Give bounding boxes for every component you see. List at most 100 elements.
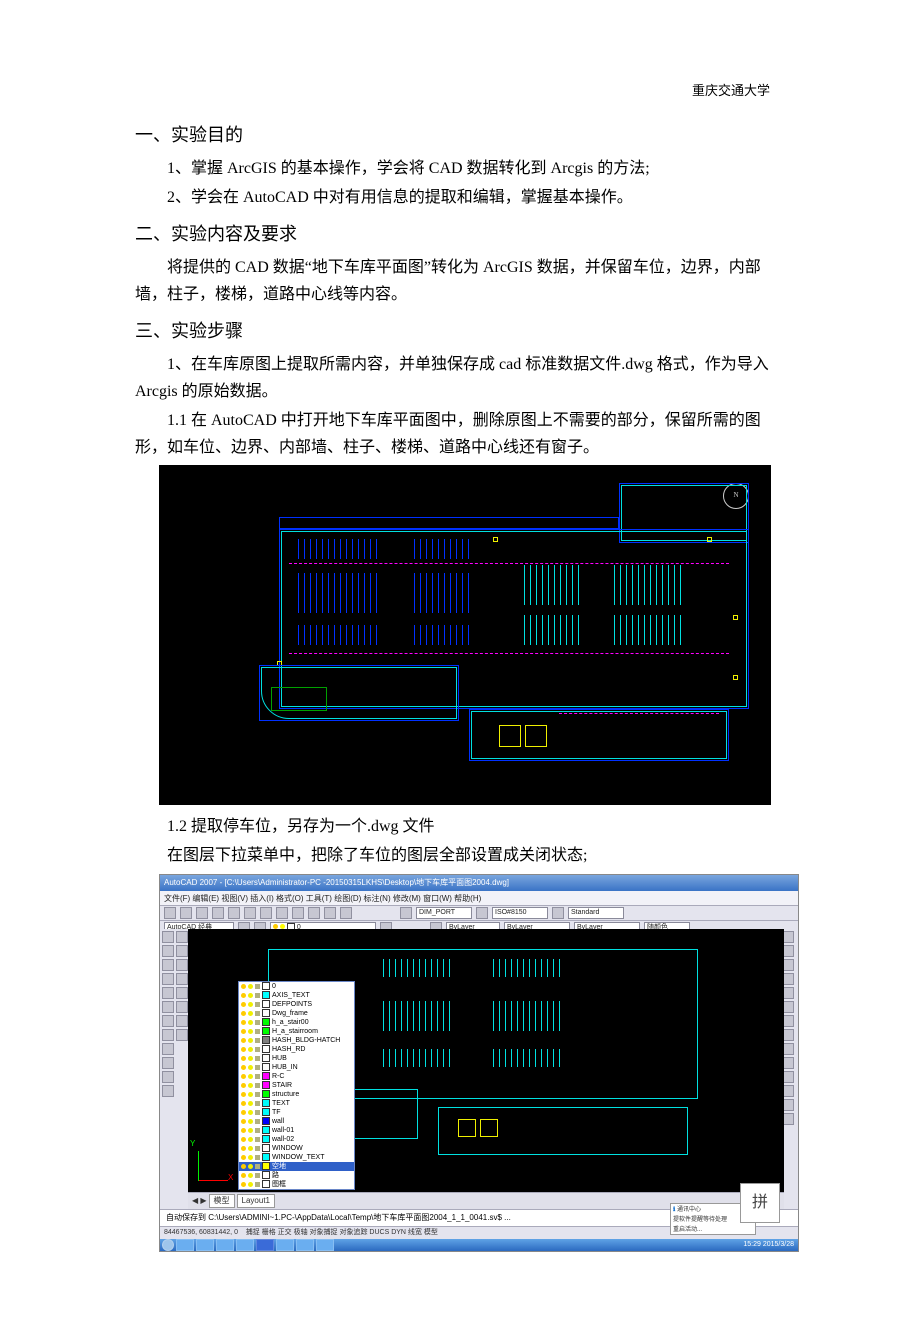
- hatch-icon[interactable]: [162, 1015, 174, 1027]
- layer-on-icon[interactable]: [241, 1146, 246, 1151]
- tab-layout1[interactable]: Layout1: [237, 1194, 275, 1208]
- layer-on-icon[interactable]: [241, 1164, 246, 1169]
- taskbar-clock[interactable]: 15:29 2015/3/28: [743, 1239, 796, 1251]
- layer-lock-icon[interactable]: [255, 1029, 260, 1034]
- task-app2-icon[interactable]: [296, 1239, 314, 1251]
- layer-freeze-icon[interactable]: [248, 1110, 253, 1115]
- layer-freeze-icon[interactable]: [248, 1074, 253, 1079]
- block-icon[interactable]: [162, 1043, 174, 1055]
- layer-lock-icon[interactable]: [255, 984, 260, 989]
- layer-lock-icon[interactable]: [255, 1137, 260, 1142]
- layer-item[interactable]: wall-02: [239, 1135, 354, 1144]
- layer-freeze-icon[interactable]: [248, 1164, 253, 1169]
- layer-freeze-icon[interactable]: [248, 1137, 253, 1142]
- layer-color-swatch[interactable]: [262, 991, 270, 999]
- layer-lock-icon[interactable]: [255, 1047, 260, 1052]
- ray-icon[interactable]: [176, 959, 188, 971]
- layer-freeze-icon[interactable]: [248, 1011, 253, 1016]
- windows-taskbar[interactable]: 15:29 2015/3/28: [160, 1239, 798, 1251]
- layer-item[interactable]: 空地: [239, 1162, 354, 1171]
- layer-freeze-icon[interactable]: [248, 1101, 253, 1106]
- help-icon[interactable]: [340, 907, 352, 919]
- layer-item[interactable]: H_a_stairroom: [239, 1027, 354, 1036]
- layer-lock-icon[interactable]: [255, 1083, 260, 1088]
- dimstyle-dropdown[interactable]: DIM_PORT: [416, 907, 472, 919]
- layer-color-swatch[interactable]: [262, 1036, 270, 1044]
- revcloud-icon[interactable]: [176, 1001, 188, 1013]
- layer-lock-icon[interactable]: [255, 1110, 260, 1115]
- layer-lock-icon[interactable]: [255, 1155, 260, 1160]
- layer-freeze-icon[interactable]: [248, 1029, 253, 1034]
- layer-item[interactable]: R-C: [239, 1072, 354, 1081]
- layer-freeze-icon[interactable]: [248, 1065, 253, 1070]
- cut-icon[interactable]: [228, 907, 240, 919]
- layer-color-swatch[interactable]: [262, 1117, 270, 1125]
- layer-dropdown-panel[interactable]: 0AXIS_TEXTDEFPOINTSDwg_frameh_a_stair00H…: [238, 981, 355, 1190]
- layer-item[interactable]: 图框: [239, 1180, 354, 1189]
- layer-item[interactable]: h_a_stair00: [239, 1018, 354, 1027]
- task-folder-icon[interactable]: [216, 1239, 234, 1251]
- layer-lock-icon[interactable]: [255, 1056, 260, 1061]
- layer-lock-icon[interactable]: [255, 1074, 260, 1079]
- layer-lock-icon[interactable]: [255, 1038, 260, 1043]
- start-button-icon[interactable]: [162, 1239, 174, 1251]
- info-popup-line2[interactable]: 重启活动...: [673, 1227, 702, 1233]
- layer-item[interactable]: HASH_RD: [239, 1045, 354, 1054]
- layer-freeze-icon[interactable]: [248, 984, 253, 989]
- line-icon[interactable]: [162, 931, 174, 943]
- ellipse-icon[interactable]: [162, 1001, 174, 1013]
- ime-popup[interactable]: 拼: [740, 1183, 780, 1223]
- copy-icon[interactable]: [244, 907, 256, 919]
- donut-icon[interactable]: [176, 987, 188, 999]
- layer-lock-icon[interactable]: [255, 1065, 260, 1070]
- arc-icon[interactable]: [162, 973, 174, 985]
- layer-on-icon[interactable]: [241, 1002, 246, 1007]
- layer-item[interactable]: HASH_BLDG-HATCH: [239, 1036, 354, 1045]
- layer-on-icon[interactable]: [241, 1038, 246, 1043]
- layer-lock-icon[interactable]: [255, 993, 260, 998]
- layer-on-icon[interactable]: [241, 1011, 246, 1016]
- layer-color-swatch[interactable]: [262, 1054, 270, 1062]
- layer-item[interactable]: structure: [239, 1090, 354, 1099]
- layer-on-icon[interactable]: [241, 1137, 246, 1142]
- layer-on-icon[interactable]: [241, 1101, 246, 1106]
- boundary-icon[interactable]: [176, 1029, 188, 1041]
- circle-icon[interactable]: [162, 959, 174, 971]
- window-titlebar[interactable]: AutoCAD 2007 - [C:\Users\Administrator-P…: [160, 875, 798, 891]
- layer-on-icon[interactable]: [241, 1083, 246, 1088]
- layer-on-icon[interactable]: [241, 1056, 246, 1061]
- toolbar-row-1[interactable]: DIM_PORT ISO#8150 Standard: [160, 906, 798, 921]
- polyline-icon[interactable]: [162, 945, 174, 957]
- tab-nav-icon[interactable]: ◀ ▶: [192, 1194, 207, 1208]
- region-icon[interactable]: [162, 1071, 174, 1083]
- layer-lock-icon[interactable]: [255, 1164, 260, 1169]
- layer-on-icon[interactable]: [241, 1092, 246, 1097]
- layer-color-swatch[interactable]: [262, 1135, 270, 1143]
- textstyle-dropdown[interactable]: ISO#8150: [492, 907, 548, 919]
- info-popup-line1[interactable]: 提软件提醒等待处理: [673, 1217, 727, 1223]
- layer-color-swatch[interactable]: [262, 1180, 270, 1188]
- textstyle-icon[interactable]: [476, 907, 488, 919]
- layer-on-icon[interactable]: [241, 1074, 246, 1079]
- layer-item[interactable]: 路: [239, 1171, 354, 1180]
- layer-on-icon[interactable]: [241, 1173, 246, 1178]
- layer-on-icon[interactable]: [241, 1047, 246, 1052]
- layer-freeze-icon[interactable]: [248, 1047, 253, 1052]
- layer-color-swatch[interactable]: [262, 1162, 270, 1170]
- layer-item[interactable]: wall-01: [239, 1126, 354, 1135]
- layer-freeze-icon[interactable]: [248, 1119, 253, 1124]
- task-autocad-icon[interactable]: [236, 1239, 254, 1251]
- layer-lock-icon[interactable]: [255, 1011, 260, 1016]
- layer-freeze-icon[interactable]: [248, 993, 253, 998]
- layer-item[interactable]: WINDOW_TEXT: [239, 1153, 354, 1162]
- layer-item[interactable]: WINDOW: [239, 1144, 354, 1153]
- layer-on-icon[interactable]: [241, 1155, 246, 1160]
- layer-freeze-icon[interactable]: [248, 1056, 253, 1061]
- layer-item[interactable]: HUB: [239, 1054, 354, 1063]
- rectangle-icon[interactable]: [162, 987, 174, 999]
- layer-lock-icon[interactable]: [255, 1173, 260, 1178]
- task-app1-icon[interactable]: [276, 1239, 294, 1251]
- dimstyle-icon[interactable]: [400, 907, 412, 919]
- layer-on-icon[interactable]: [241, 1020, 246, 1025]
- save-icon[interactable]: [196, 907, 208, 919]
